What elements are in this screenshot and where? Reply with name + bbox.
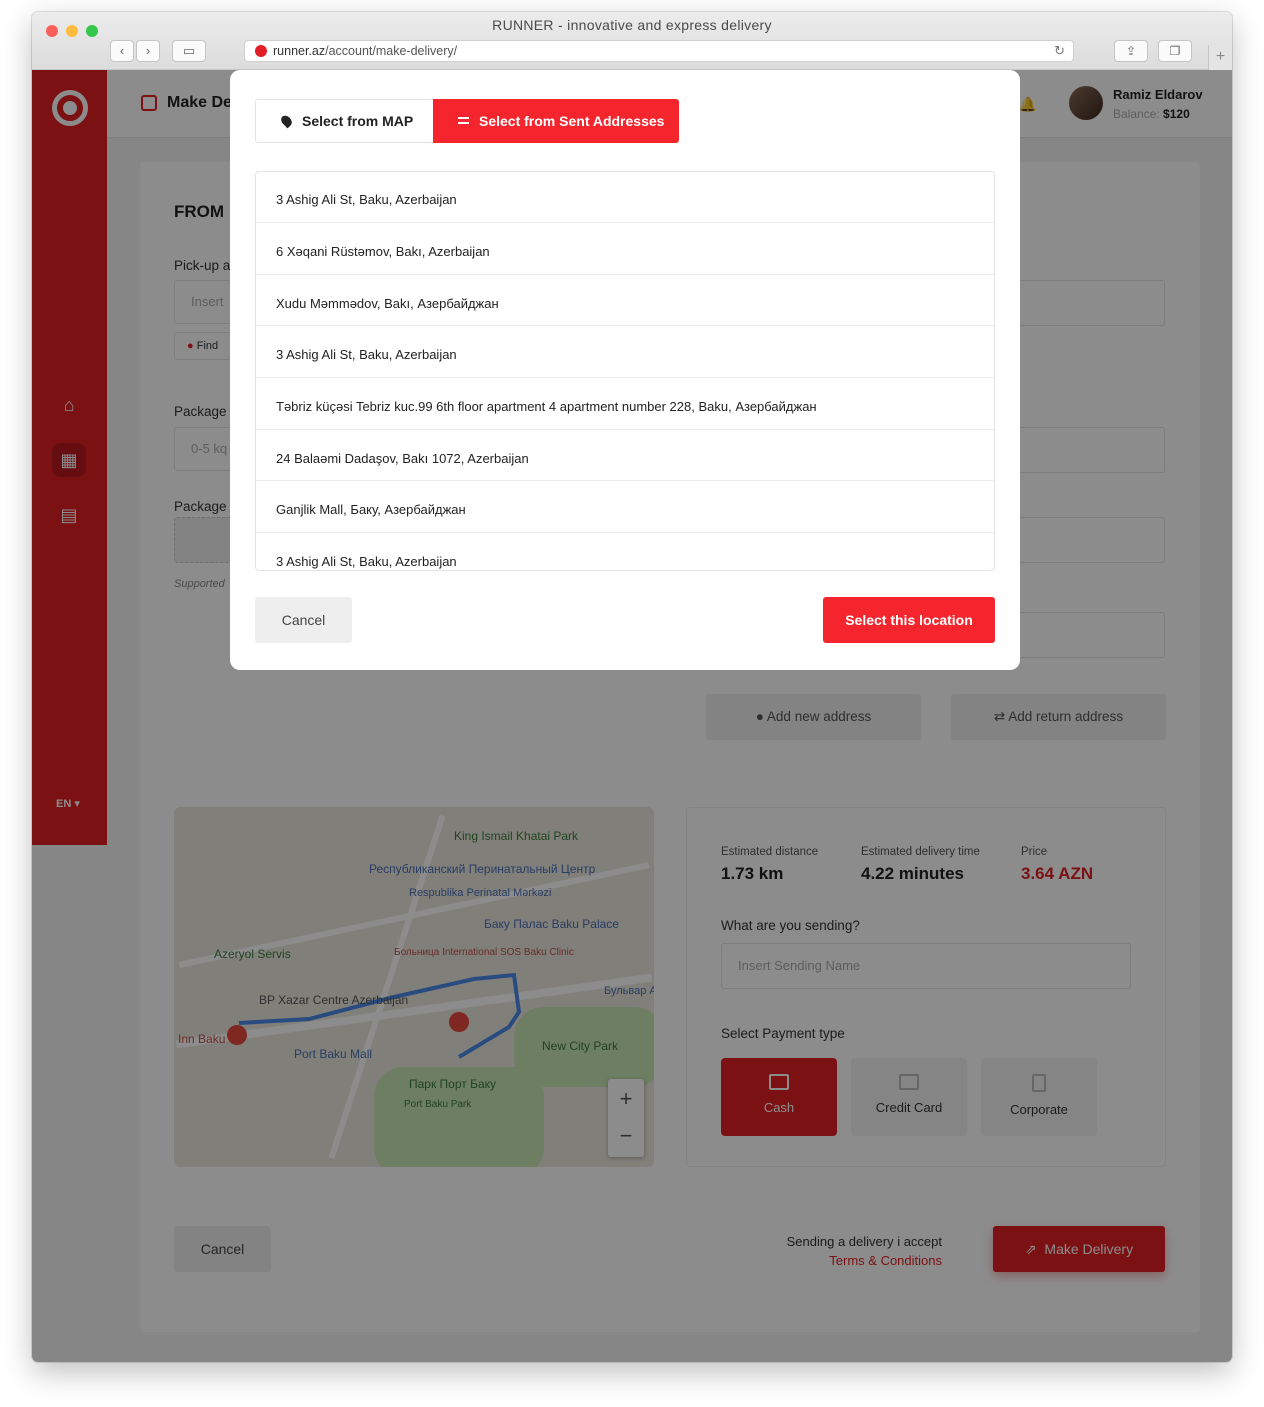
list-item[interactable]: 3 Ashig Ali St, Baku, Azerbaijan (256, 533, 994, 570)
window-title: RUNNER - innovative and express delivery (492, 17, 772, 33)
list-item[interactable]: Xudu Məmmədov, Bakı, Азербайджан (256, 275, 994, 327)
reload-icon[interactable]: ↻ (1054, 41, 1065, 61)
list-item[interactable]: Təbriz küçəsi Tebriz kuc.99 6th floor ap… (256, 378, 994, 430)
list-icon (458, 117, 469, 124)
url-bar[interactable]: runner.az/account/make-delivery/ ↻ (244, 40, 1074, 62)
list-item[interactable]: 3 Ashig Ali St, Baku, Azerbaijan (256, 326, 994, 379)
share-icon[interactable]: ⇪ (1114, 40, 1148, 62)
list-item[interactable]: 24 Balaəmi Dadaşov, Bakı 1072, Azerbaija… (256, 430, 994, 482)
tab-select-from-map[interactable]: Select from MAP (255, 99, 433, 143)
sent-address-list[interactable]: 3 Ashig Ali St, Baku, Azerbaijan 6 Xəqan… (255, 171, 995, 571)
modal-cancel-button[interactable]: Cancel (255, 597, 352, 643)
tabs-overview-icon[interactable]: ❐ (1158, 40, 1192, 62)
tab-select-from-sent-addresses[interactable]: Select from Sent Addresses (433, 99, 679, 143)
address-select-modal: Select from MAP Select from Sent Address… (230, 70, 1020, 670)
select-location-button[interactable]: Select this location (823, 597, 995, 643)
tab-sent-label: Select from Sent Addresses (479, 113, 665, 129)
map-pin-icon (279, 113, 294, 129)
new-tab-icon[interactable]: + (1208, 45, 1232, 70)
list-item[interactable]: 3 Ashig Ali St, Baku, Azerbaijan (256, 172, 994, 223)
site-favicon-icon (255, 45, 267, 57)
back-icon[interactable]: ‹ (110, 40, 134, 62)
url-path: /account/make-delivery/ (325, 44, 458, 58)
list-item[interactable]: 6 Xəqani Rüstəmov, Bakı, Azerbaijan (256, 223, 994, 275)
list-item[interactable]: Ganjlik Mall, Баку, Азербайджан (256, 481, 994, 534)
browser-window: RUNNER - innovative and express delivery… (32, 12, 1232, 1362)
url-domain: runner.az (273, 44, 326, 58)
sidebar-toggle-icon[interactable]: ▭ (172, 40, 206, 62)
tab-map-label: Select from MAP (302, 113, 414, 129)
browser-chrome: RUNNER - innovative and express delivery… (32, 12, 1232, 70)
forward-icon[interactable]: › (136, 40, 160, 62)
